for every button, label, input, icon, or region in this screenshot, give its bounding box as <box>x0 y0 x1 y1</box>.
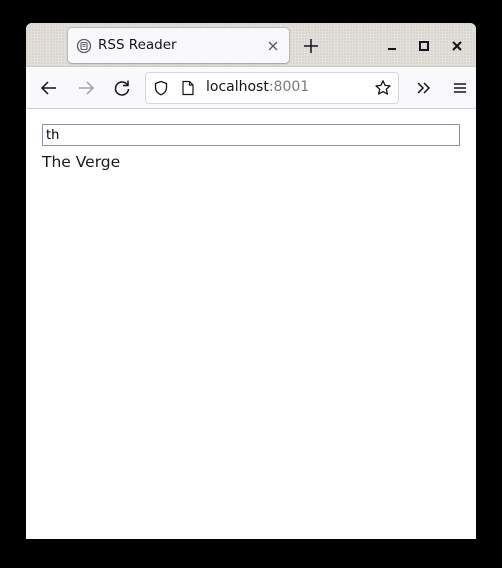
browser-window: RSS Reader localhost:8001 th The Verge <box>26 23 476 539</box>
page-icon[interactable] <box>181 80 195 96</box>
shield-icon[interactable] <box>153 80 169 96</box>
navigation-toolbar: localhost:8001 <box>26 67 476 109</box>
new-tab-button[interactable] <box>300 35 322 57</box>
url-port: :8001 <box>268 79 310 95</box>
tab-strip: RSS Reader <box>26 23 476 67</box>
forward-arrow-icon[interactable] <box>74 76 98 100</box>
close-window-icon[interactable] <box>446 35 468 57</box>
tab-rss-reader[interactable]: RSS Reader <box>68 28 289 63</box>
close-tab-icon[interactable] <box>263 36 283 56</box>
url-host: localhost <box>206 79 269 95</box>
reload-icon[interactable] <box>110 76 134 100</box>
globe-icon <box>76 38 92 54</box>
address-bar[interactable]: localhost:8001 <box>145 72 399 104</box>
tab-title: RSS Reader <box>98 37 177 53</box>
search-input[interactable] <box>42 124 460 146</box>
page-content: The Verge <box>26 109 476 539</box>
hamburger-menu-icon[interactable] <box>448 76 472 100</box>
maximize-icon[interactable] <box>413 35 435 57</box>
url-text[interactable]: localhost:8001 <box>206 79 309 95</box>
minimize-icon[interactable] <box>381 35 403 57</box>
overflow-chevrons-icon[interactable] <box>412 76 436 100</box>
feed-item-the-verge[interactable]: The Verge <box>42 153 120 171</box>
back-arrow-icon[interactable] <box>37 76 61 100</box>
bookmark-star-icon[interactable] <box>374 79 392 97</box>
